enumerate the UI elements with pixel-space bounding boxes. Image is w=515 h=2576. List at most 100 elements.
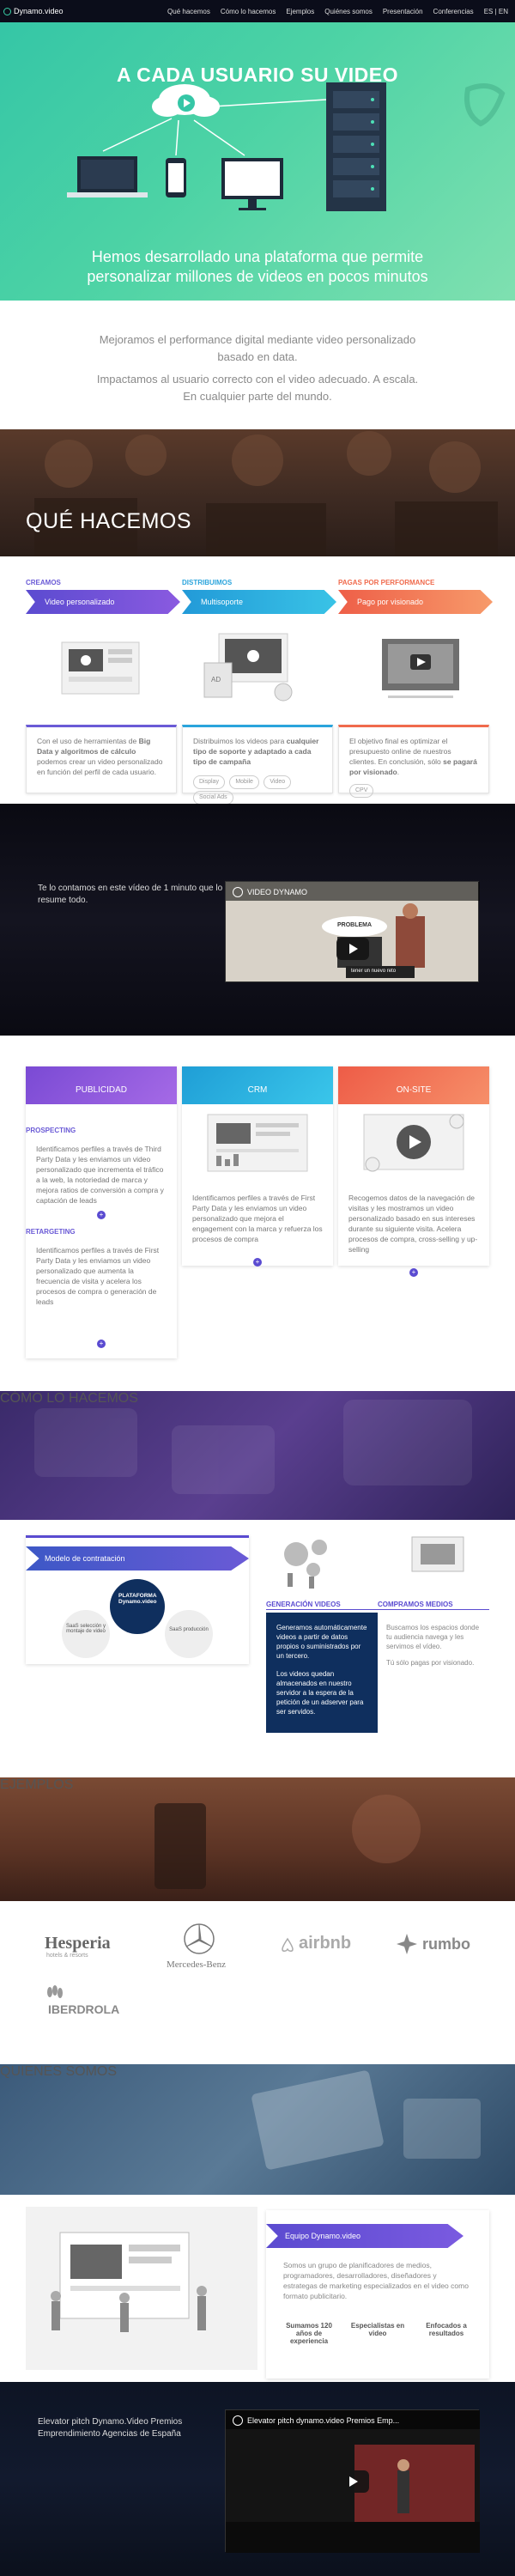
intro-paragraph-1: Mejoramos el performance digital mediant…: [99, 333, 416, 363]
divider: [378, 1609, 489, 1610]
expand-icon[interactable]: +: [409, 1268, 418, 1277]
top-navbar: Dynamo.video Qué hacemos Cómo lo hacemos…: [0, 0, 515, 22]
expand-icon[interactable]: +: [97, 1340, 106, 1348]
channel-card-publicidad: PUBLICIDAD PROSPECTING Identificamos per…: [26, 1066, 177, 1358]
server-rack-icon: [326, 82, 386, 211]
stat-specialists: Especialistas en video: [350, 2322, 405, 2337]
team-description: Somos un grupo de planificadores de medi…: [283, 2261, 469, 2300]
editor-illustration-icon: [61, 641, 140, 695]
quienes-header: QUIENES SOMOS: [0, 2064, 515, 2195]
que-hacemos-section: CREAMOS Video personalizado DISTRIBUIMOS…: [0, 556, 515, 804]
retargeting-tag: RETARGETING: [26, 1228, 76, 1236]
svg-text:AD: AD: [211, 676, 221, 683]
service-column-1: CREAMOS Video personalizado: [26, 579, 180, 614]
nav-item-conferencias[interactable]: Conferencias: [433, 8, 474, 15]
pill-video: Video: [264, 775, 292, 789]
buy-media-title: COMPRAMOS MEDIOS: [378, 1601, 453, 1608]
phone-icon: [166, 158, 186, 197]
scene-label: PROBLEMA: [337, 922, 373, 928]
ejemplos-section: Hesperia hotels & resorts Mercedes-Benz …: [0, 1901, 515, 2064]
team-card: Equipo Dynamo.video Somos un grupo de pl…: [266, 2210, 489, 2379]
logo-hesperia-sub: hotels & resorts: [46, 1953, 88, 1959]
logo-text: Dynamo.video: [14, 7, 64, 15]
intro-section: Mejoramos el performance digital mediant…: [0, 301, 515, 429]
logo-hesperia: Hesperia: [45, 1934, 111, 1953]
services-illustrations: AD: [61, 633, 459, 702]
channel-title: PUBLICIDAD: [75, 1085, 127, 1095]
play-icons-background: [34, 1400, 472, 1494]
video-section-1: Te lo contamos en este vídeo de 1 minuto…: [0, 804, 515, 1036]
gen-text-2: Los videos quedan almacenados en nuestro…: [276, 1670, 364, 1716]
logo-mercedes: Mercedes-Benz: [167, 1959, 227, 1970]
video-2-description: Elevator pitch Dynamo.Video Premios Empr…: [38, 2417, 183, 2439]
expand-icon[interactable]: +: [97, 1211, 106, 1219]
stat-results: Enfocados a resultados: [426, 2322, 467, 2337]
stat-experience: Sumamos 120 años de experiencia: [286, 2322, 332, 2345]
divider: [266, 1609, 378, 1610]
channel-header: ON-SITE: [338, 1066, 489, 1104]
nav-item-como-lo-hacemos[interactable]: Cómo lo hacemos: [221, 8, 276, 15]
quienes-section: Equipo Dynamo.video Somos un grupo de pl…: [0, 2195, 515, 2382]
play-button[interactable]: [336, 2470, 369, 2493]
que-hacemos-header: QUÉ HACEMOS: [0, 429, 515, 556]
service-bar-label: Video personalizado: [45, 598, 115, 606]
site-logo[interactable]: Dynamo.video: [3, 7, 64, 15]
video-1-description: Te lo contamos en este vídeo de 1 minuto…: [38, 884, 223, 905]
buy-media-box: Buscamos los espacios donde tu audiencia…: [378, 1613, 489, 1678]
left-node-label: SaaS selección y montaje de video: [65, 1624, 106, 1634]
onsite-text: Recogemos datos de la navegación de visi…: [348, 1194, 478, 1254]
card-text: .: [397, 768, 400, 776]
service-card-2: Distribuimos los videos para cualquier t…: [182, 725, 333, 804]
devices-illustration: [67, 82, 506, 211]
crm-text: Identificamos perfiles a través de First…: [192, 1194, 323, 1243]
team-label: Equipo Dynamo.video: [285, 2232, 361, 2240]
nav-item-quienes-somos[interactable]: Quiénes somos: [324, 8, 373, 15]
service-bar-multisoporte: Multisoporte: [182, 590, 336, 614]
player-header: Elevator pitch dynamo.video Premios Emp.…: [233, 2415, 399, 2426]
video-section-2: Elevator pitch Dynamo.Video Premios Empr…: [0, 2382, 515, 2576]
nav-item-presentacion[interactable]: Presentación: [383, 8, 423, 15]
team-bar: Equipo Dynamo.video: [266, 2224, 464, 2248]
gen-videos-title: GENERACIÓN VIDEOS: [266, 1601, 341, 1608]
prospecting-tag: PROSPECTING: [26, 1127, 76, 1134]
channel-icon: [233, 2415, 243, 2426]
que-hacemos-title: QUÉ HACEMOS: [26, 509, 192, 533]
retargeting-text: Identificamos perfiles a través de First…: [36, 1246, 160, 1306]
nav-item-ejemplos[interactable]: Ejemplos: [286, 8, 314, 15]
nav-item-que-hacemos[interactable]: Qué hacemos: [167, 8, 210, 15]
service-bar-label: Multisoporte: [201, 598, 244, 606]
gen-videos-box: Generamos automáticamente videos a parti…: [266, 1613, 378, 1733]
onsite-illustration: [363, 1114, 464, 1172]
pill-mobile: Mobile: [229, 775, 259, 789]
channel-card-onsite: ON-SITE Recogemos datos de la navegación…: [338, 1066, 489, 1277]
cloud-icon: [152, 84, 220, 117]
video-player-1[interactable]: VIDEO DYNAMO PROBLEMA tener un nuevo ret…: [225, 881, 480, 982]
logo-airbnb: airbnb: [299, 1934, 352, 1953]
expand-icon[interactable]: +: [253, 1258, 262, 1267]
service-card-3: El objetivo final es optimizar el presup…: [338, 725, 489, 798]
video-caption: tener un nuevo reto: [351, 969, 397, 974]
ejemplos-header: EJEMPLOS: [0, 1777, 515, 1901]
hero-section: A CADA USUARIO SU VIDEO Hemos desarrolla…: [0, 22, 515, 301]
laptop-icon: [67, 156, 148, 197]
monitor-icon: [221, 158, 283, 210]
service-tag-creamos: CREAMOS: [26, 579, 61, 586]
service-bar-pago-visionado: Pago por visionado: [338, 590, 493, 614]
video-player-2[interactable]: Elevator pitch dynamo.video Premios Emp.…: [225, 2409, 480, 2553]
right-node-label: SaaS producción: [169, 1627, 209, 1632]
multiscreen-illustration-icon: AD: [203, 633, 293, 702]
player-title: Elevator pitch dynamo.video Premios Emp.…: [247, 2416, 400, 2425]
language-switch[interactable]: ES | EN: [484, 8, 508, 15]
team-photo-background: [34, 431, 498, 556]
phone-photo-background: [154, 1795, 421, 1889]
gears-icon: [284, 1540, 327, 1577]
play-button[interactable]: [336, 938, 369, 960]
pill-cpv: CPV: [349, 784, 374, 798]
pill-social-ads: Social Ads: [193, 791, 233, 804]
desk-photo-background: [251, 2070, 481, 2170]
channel-card-crm: CRM Identificamos perfiles a través de F…: [182, 1066, 333, 1267]
gears-illustration: [284, 1536, 464, 1589]
gen-text-1: Generamos automáticamente videos a parti…: [276, 1624, 367, 1660]
hero-subtitle: Hemos desarrollado una plataforma que pe…: [87, 248, 428, 285]
player-illustration-icon: [382, 639, 459, 698]
